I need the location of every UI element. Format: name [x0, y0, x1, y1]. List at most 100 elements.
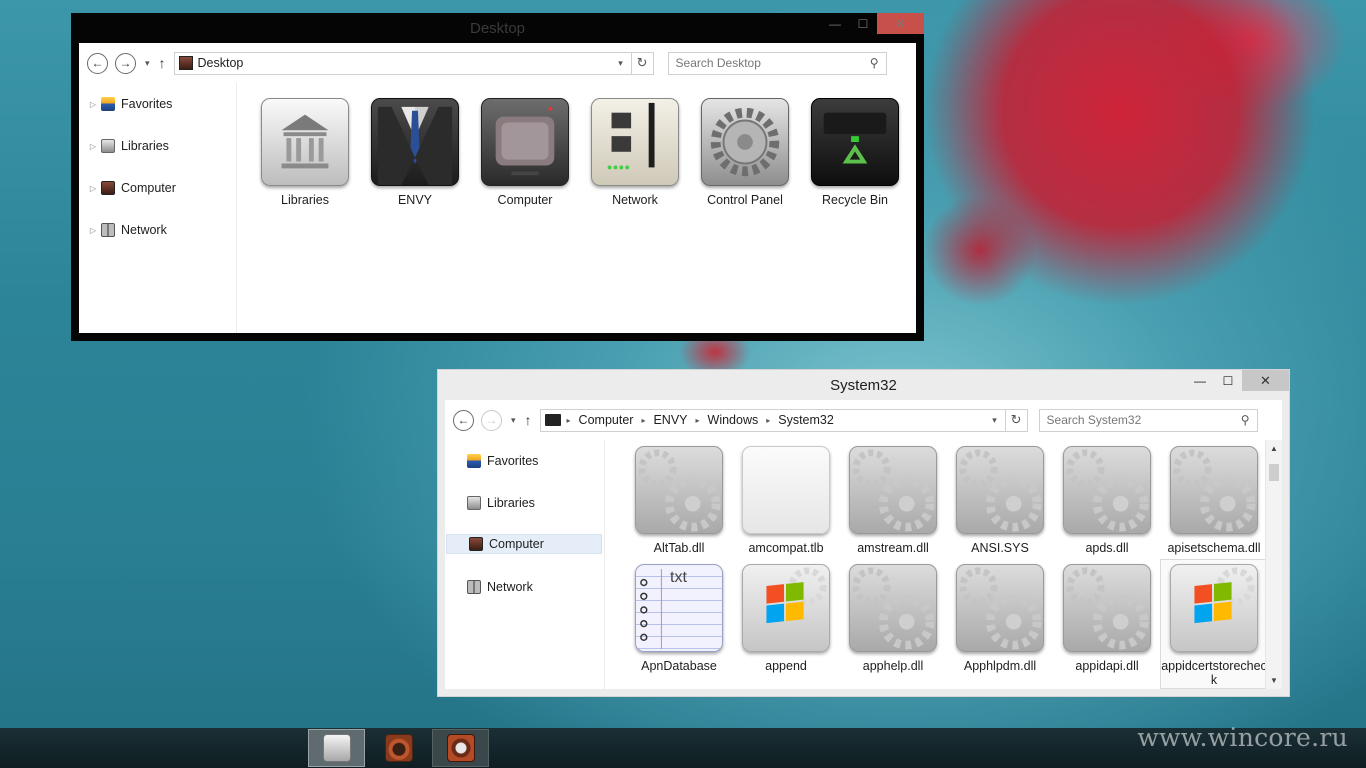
control-panel-icon [446, 734, 475, 762]
expand-arrow-icon[interactable]: ▷ [87, 226, 99, 235]
file-label: amstream.dll [857, 541, 929, 555]
file-item[interactable]: AltTab.dll [629, 446, 729, 555]
nav-label: Network [121, 223, 167, 237]
scroll-down-arrow[interactable]: ▼ [1266, 672, 1282, 689]
dll-gear-icon [1170, 446, 1258, 534]
window-title: System32 [830, 377, 897, 394]
back-button[interactable]: ← [453, 409, 474, 431]
file-item[interactable]: amcompat.tlb [736, 446, 836, 555]
crumb-separator[interactable]: ▸ [641, 416, 645, 425]
file-item-recycle-bin[interactable]: Recycle Bin [805, 98, 905, 207]
refresh-button[interactable]: ↻ [1004, 409, 1027, 431]
minimize-button[interactable]: — [1186, 370, 1214, 391]
file-item[interactable]: apphelp.dll [843, 564, 943, 673]
file-label: apphelp.dll [862, 659, 924, 673]
nav-item-computer[interactable]: Computer [446, 534, 602, 554]
file-item[interactable]: apds.dll [1057, 446, 1157, 555]
nav-item-favorites[interactable]: ▷ Favorites [79, 94, 172, 114]
nav-label: Libraries [487, 496, 535, 510]
taskbar-control-panel[interactable] [432, 729, 489, 767]
refresh-button[interactable]: ↻ [630, 52, 653, 74]
address-dropdown[interactable]: ▾ [611, 58, 631, 69]
file-item[interactable]: append [736, 564, 836, 673]
file-label: Recycle Bin [822, 193, 888, 207]
minimize-button[interactable]: — [821, 13, 849, 34]
file-item[interactable]: ANSI.SYS [950, 446, 1050, 555]
file-item-computer[interactable]: Computer [475, 98, 575, 207]
search-icon[interactable]: ⚲ [870, 56, 879, 70]
computer-icon [101, 181, 115, 195]
forward-button[interactable]: → [481, 409, 502, 431]
computer-icon [469, 537, 483, 551]
search-box[interactable]: Search Desktop ⚲ [667, 51, 887, 75]
nav-item-network[interactable]: ▷ Network [79, 220, 167, 240]
title-bar[interactable]: Desktop — ☐ ✕ [71, 13, 924, 43]
nav-item-libraries[interactable]: Libraries [445, 493, 603, 513]
txt-label: txt [670, 569, 687, 586]
nav-item-computer[interactable]: ▷ Computer [79, 178, 176, 198]
scroll-up-arrow[interactable]: ▲ [1266, 440, 1282, 457]
libraries-icon [101, 139, 115, 153]
nav-label: Favorites [487, 454, 539, 468]
nav-item-libraries[interactable]: ▷ Libraries [79, 136, 169, 156]
recycle-bin-icon [811, 98, 899, 186]
recent-locations-dropdown[interactable]: ▾ [511, 415, 516, 426]
folder-icon [544, 414, 561, 426]
user-suit-icon [371, 98, 459, 186]
content-area: ▷ Favorites ▷ Libraries ▷ Computer ▷ Net… [79, 83, 916, 333]
address-bar[interactable]: Desktop ▾ ↻ [173, 51, 654, 75]
expand-arrow-icon[interactable]: ▷ [87, 100, 99, 109]
up-button[interactable]: ↑ [525, 412, 532, 428]
taskbar-file-explorer[interactable] [308, 729, 365, 767]
file-label: ApnDatabase [641, 659, 717, 673]
back-button[interactable]: ← [87, 52, 108, 74]
crumb-separator[interactable]: ▸ [567, 416, 571, 425]
expand-arrow-icon[interactable]: ▷ [87, 184, 99, 193]
address-crumb[interactable]: Windows [708, 413, 759, 427]
file-item[interactable]: apisetschema.dll [1164, 446, 1264, 555]
search-icon[interactable]: ⚲ [1241, 413, 1250, 427]
file-item[interactable]: Apphlpdm.dll [950, 564, 1050, 673]
maximize-button[interactable]: ☐ [849, 13, 877, 34]
file-item[interactable]: appidapi.dll [1057, 564, 1157, 673]
favorites-icon [467, 454, 481, 468]
nav-item-network[interactable]: Network [445, 577, 603, 597]
address-crumb[interactable]: ENVY [653, 413, 687, 427]
crumb-separator[interactable]: ▸ [766, 416, 770, 425]
close-button[interactable]: ✕ [1242, 370, 1289, 391]
recent-locations-dropdown[interactable]: ▾ [145, 58, 150, 69]
file-label: apds.dll [1085, 541, 1129, 555]
file-item-selected[interactable]: appidcertstorecheck [1160, 559, 1268, 689]
file-item-control-panel[interactable]: Control Panel [695, 98, 795, 207]
maximize-button[interactable]: ☐ [1214, 370, 1242, 391]
scroll-thumb[interactable] [1269, 464, 1279, 481]
search-box[interactable]: Search System32 ⚲ [1038, 408, 1258, 432]
forward-button[interactable]: → [115, 52, 136, 74]
address-crumb[interactable]: Computer [579, 413, 634, 427]
library-icon [322, 734, 351, 762]
address-crumb[interactable]: System32 [778, 413, 834, 427]
file-item-libraries[interactable]: Libraries [255, 98, 355, 207]
nav-label: Computer [121, 181, 176, 195]
dll-gear-icon [956, 564, 1044, 652]
up-button[interactable]: ↑ [159, 55, 166, 71]
file-item[interactable]: amstream.dll [843, 446, 943, 555]
vertical-scrollbar[interactable]: ▲ ▼ [1265, 440, 1282, 689]
favorites-icon [101, 97, 115, 111]
address-bar[interactable]: ▸ Computer ▸ ENVY ▸ Windows ▸ System32 ▾… [539, 408, 1028, 432]
address-dropdown[interactable]: ▾ [985, 415, 1005, 426]
taskbar-media-player[interactable] [370, 729, 427, 767]
title-bar[interactable]: System32 — ☐ ✕ [438, 370, 1289, 400]
library-icon [261, 98, 349, 186]
close-button[interactable]: ✕ [877, 13, 924, 34]
expand-arrow-icon[interactable]: ▷ [87, 142, 99, 151]
address-crumb[interactable]: Desktop [198, 56, 244, 70]
file-item-envy[interactable]: ENVY [365, 98, 465, 207]
file-label: apisetschema.dll [1167, 541, 1261, 555]
dll-gear-icon [849, 564, 937, 652]
nav-label: Network [487, 580, 533, 594]
file-item-network[interactable]: Network [585, 98, 685, 207]
nav-item-favorites[interactable]: Favorites [445, 451, 603, 471]
file-item[interactable]: txt ApnDatabase [629, 564, 729, 673]
crumb-separator[interactable]: ▸ [696, 416, 700, 425]
